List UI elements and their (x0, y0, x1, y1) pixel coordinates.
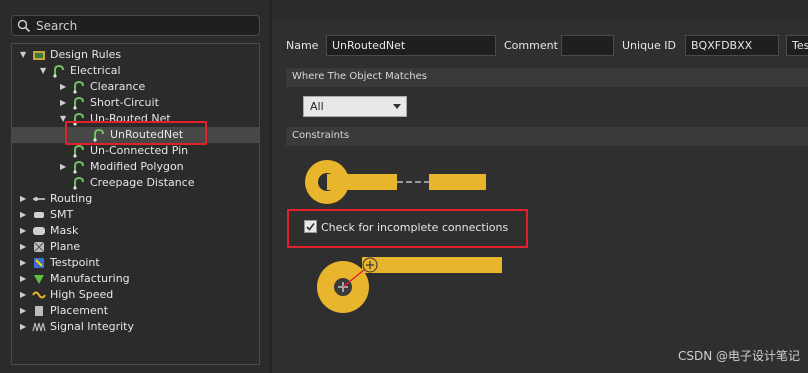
tree-item-modified-polygon[interactable]: ▶ Modified Polygon (12, 159, 259, 175)
tree-item-label: SMT (50, 208, 74, 221)
tree-item-label: Un-Connected Pin (90, 144, 189, 157)
high-speed-icon (32, 291, 46, 299)
plane-icon (33, 241, 45, 253)
rule-icon (73, 176, 84, 190)
tree-item-label: Testpoint (50, 256, 100, 269)
tree-item-mask[interactable]: ▶ Mask (12, 223, 259, 239)
tree-item-electrical[interactable]: ▼ Electrical (12, 63, 259, 79)
rules-tree-pane: Search ▼ Design Rules ▼ Electrical ▶ Clearanc… (0, 0, 270, 373)
design-rules-icon (33, 51, 45, 60)
expand-arrow-icon[interactable]: ▶ (20, 290, 28, 300)
chevron-down-icon (393, 104, 401, 109)
tree-item-label: Placement (50, 304, 109, 317)
mask-icon (33, 227, 45, 235)
tree-item-clearance[interactable]: ▶ Clearance (12, 79, 259, 95)
unique-id-label: Unique ID (622, 39, 677, 52)
tree-item-placement[interactable]: ▶ Placement (12, 303, 259, 319)
unique-id-field[interactable]: BQXFDBXX (685, 35, 779, 56)
rule-icon (73, 160, 84, 174)
expand-arrow-icon[interactable]: ▶ (20, 322, 28, 332)
expand-arrow-icon[interactable]: ▶ (20, 258, 28, 268)
expand-arrow-icon[interactable]: ▶ (20, 274, 28, 284)
tree-item-short-circuit[interactable]: ▶ Short-Circuit (12, 95, 259, 111)
tree-item-design-rules[interactable]: ▼ Design Rules (12, 47, 259, 63)
watermark-text: CSDN @电子设计笔记 (677, 349, 800, 363)
rule-icon (73, 96, 84, 110)
collapse-arrow-icon[interactable]: ▼ (40, 66, 48, 76)
name-field[interactable]: UnRoutedNet (326, 35, 496, 56)
tree-item-label: Routing (50, 192, 93, 205)
tree-item-label: Creepage Distance (90, 176, 195, 189)
tree-item-label: Clearance (90, 80, 146, 93)
rule-icon (53, 64, 64, 78)
search-icon (17, 19, 31, 33)
expand-arrow-icon[interactable]: ▶ (20, 242, 28, 252)
tree-item-un-connected-pin[interactable]: Un-Connected Pin (12, 143, 259, 159)
rule-icon (73, 144, 84, 158)
tree-item-label: Signal Integrity (50, 320, 134, 333)
design-rules-tree: ▼ Design Rules ▼ Electrical ▶ Clearance ▶ Short… (11, 43, 260, 365)
match-scope-dropdown[interactable]: All (303, 96, 407, 117)
constraints-header: Constraints (286, 127, 808, 146)
placement-icon (35, 306, 43, 316)
tree-item-signal-integrity[interactable]: ▶ Signal Integrity (12, 319, 259, 335)
unrouted-connection-diagram (305, 160, 486, 204)
collapse-arrow-icon[interactable]: ▼ (20, 50, 28, 60)
highlight-box-unroutednet (65, 121, 207, 145)
rule-icon (73, 80, 84, 94)
tree-item-label: High Speed (50, 288, 114, 301)
manufacturing-icon (34, 275, 44, 284)
expand-arrow-icon[interactable]: ▶ (20, 194, 28, 204)
incomplete-connection-diagram (317, 257, 502, 313)
tree-item-manufacturing[interactable]: ▶ Manufacturing (12, 271, 259, 287)
tree-item-testpoint[interactable]: ▶ Testpoint (12, 255, 259, 271)
pane-header-strip (272, 0, 808, 20)
tree-item-plane[interactable]: ▶ Plane (12, 239, 259, 255)
expand-arrow-icon[interactable]: ▶ (60, 98, 68, 108)
tree-item-label: Design Rules (50, 48, 122, 61)
tree-item-smt[interactable]: ▶ SMT (12, 207, 259, 223)
tree-item-label: Plane (50, 240, 81, 253)
tree-item-label: Modified Polygon (90, 160, 184, 173)
testpoint-icon (34, 258, 44, 268)
where-object-matches-header: Where The Object Matches (286, 68, 808, 87)
match-scope-value: All (310, 100, 324, 113)
comment-label: Comment (504, 39, 558, 52)
expand-arrow-icon[interactable]: ▶ (20, 306, 28, 316)
tree-item-routing[interactable]: ▶ Routing (12, 191, 259, 207)
test-button[interactable]: Tes (786, 35, 808, 56)
expand-arrow-icon[interactable]: ▶ (60, 82, 68, 92)
expand-arrow-icon[interactable]: ▶ (20, 210, 28, 220)
search-box[interactable]: Search (11, 15, 260, 36)
highlight-box-checkbox (287, 209, 528, 248)
expand-arrow-icon[interactable]: ▶ (20, 226, 28, 236)
signal-integrity-icon (32, 322, 46, 332)
tree-item-label: Short-Circuit (90, 96, 159, 109)
tree-item-label: Electrical (70, 64, 121, 77)
tree-item-label: Mask (50, 224, 79, 237)
search-input[interactable]: Search (36, 19, 77, 33)
tree-item-label: Manufacturing (50, 272, 130, 285)
comment-field[interactable] (561, 35, 614, 56)
smt-icon (34, 212, 44, 218)
expand-arrow-icon[interactable]: ▶ (60, 162, 68, 172)
name-label: Name (286, 39, 319, 52)
tree-item-creepage-distance[interactable]: Creepage Distance (12, 175, 259, 191)
routing-icon (33, 197, 45, 201)
rule-properties-pane: Name UnRoutedNet Comment Unique ID BQXFD… (272, 0, 808, 373)
tree-item-high-speed[interactable]: ▶ High Speed (12, 287, 259, 303)
